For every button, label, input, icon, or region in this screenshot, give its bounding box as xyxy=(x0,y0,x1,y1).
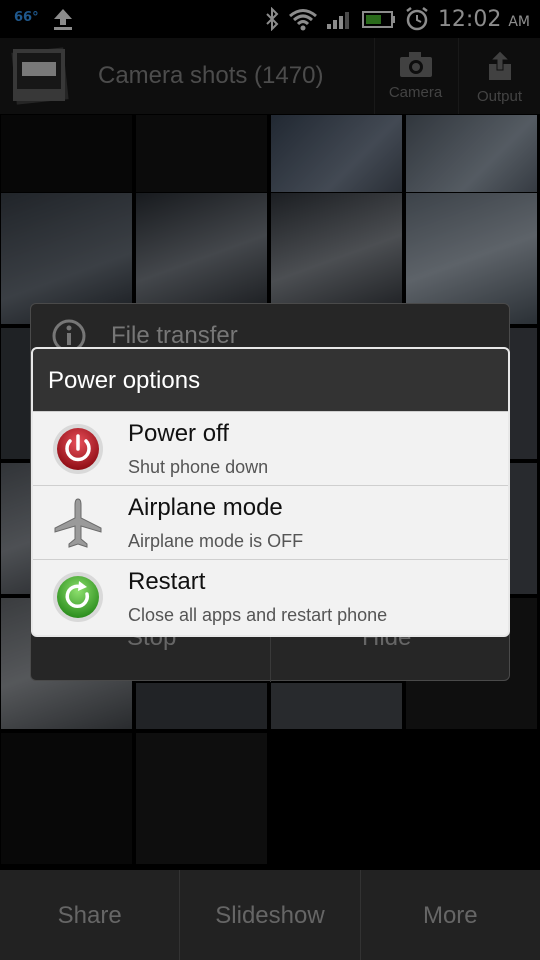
airplane-mode-label: Airplane mode xyxy=(128,494,283,521)
airplane-icon xyxy=(54,498,102,548)
airplane-mode-description: Airplane mode is OFF xyxy=(128,531,304,551)
power-off-label: Power off xyxy=(128,420,229,447)
restart-description: Close all apps and restart phone xyxy=(128,605,388,625)
bottom-action-bar: Share Slideshow More xyxy=(0,870,540,960)
restart-option[interactable]: Restart Close all apps and restart phone xyxy=(33,559,508,633)
slideshow-button[interactable]: Slideshow xyxy=(179,870,359,960)
restart-icon xyxy=(53,572,103,622)
power-off-option[interactable]: Power off Shut phone down xyxy=(33,411,508,485)
share-button[interactable]: Share xyxy=(0,870,179,960)
power-options-title: Power options xyxy=(33,349,508,411)
power-off-description: Shut phone down xyxy=(128,457,269,477)
more-button[interactable]: More xyxy=(359,870,540,960)
airplane-mode-option[interactable]: Airplane mode Airplane mode is OFF xyxy=(33,485,508,559)
file-transfer-title: File transfer xyxy=(111,322,238,349)
restart-label: Restart xyxy=(128,568,206,595)
power-options-dialog: Power options Power off Shut phone down … xyxy=(31,347,510,637)
power-icon xyxy=(53,424,103,474)
